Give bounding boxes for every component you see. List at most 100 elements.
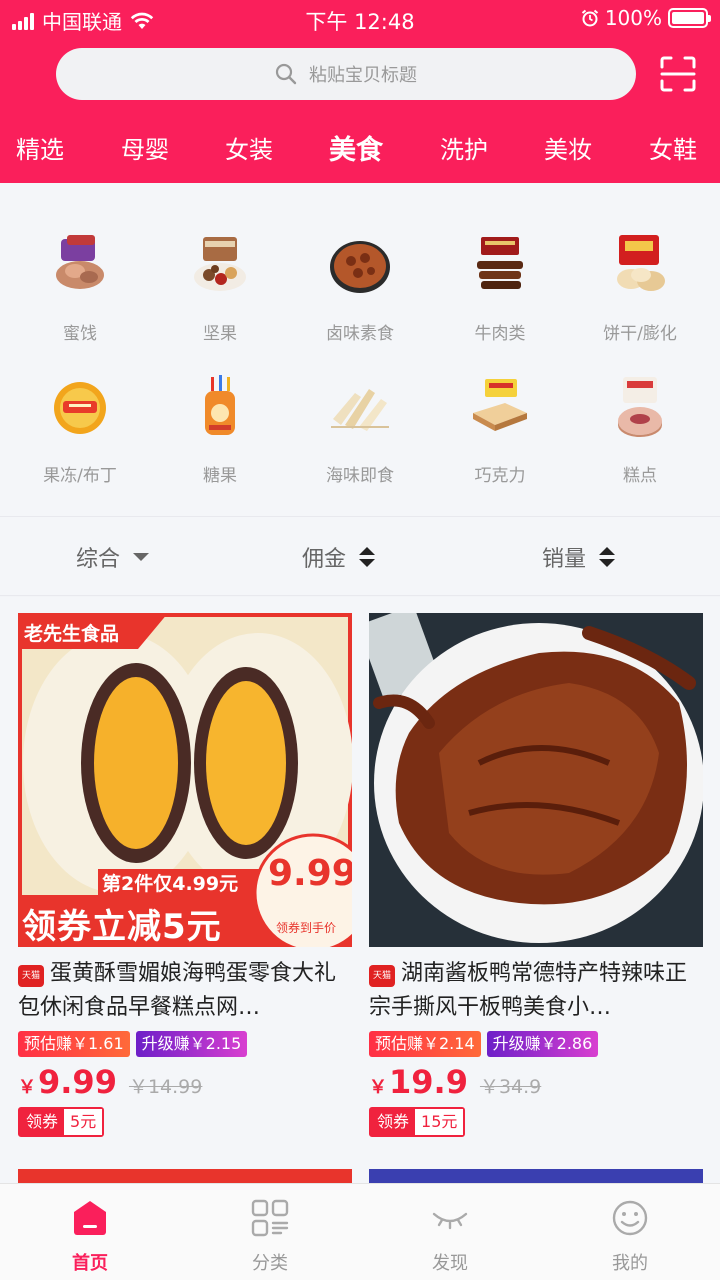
scan-icon[interactable]: [660, 56, 696, 92]
subcategory-binggan[interactable]: 饼干/膨化: [570, 231, 710, 344]
biscuit-icon: [617, 235, 665, 291]
subcategory-tangguo[interactable]: 糖果: [150, 373, 290, 486]
category-tabs: 精选 母婴 女装 美食 洗护 美妆 女鞋: [0, 118, 720, 188]
coupon-value: 5元: [64, 1109, 103, 1135]
subcategory-guodong[interactable]: 果冻/布丁: [10, 373, 150, 486]
product-title-text: 蛋黄酥雪媚娘海鸭蛋零食大礼包休闲食品早餐糕点网…: [18, 961, 337, 1020]
product-title[interactable]: 天猫 蛋黄酥雪媚娘海鸭蛋零食大礼包休闲食品早餐糕点网…: [18, 957, 352, 1025]
subcategory-label: 糕点: [623, 466, 657, 486]
subcategory-label: 巧克力: [474, 466, 526, 486]
product-card-partial[interactable]: [369, 1169, 703, 1183]
coupon-value: 15元: [415, 1109, 464, 1135]
search-icon: [275, 63, 297, 85]
braised-lotus-icon: [330, 241, 390, 293]
subcategory-label: 卤味素食: [326, 324, 394, 344]
battery-icon: [668, 8, 711, 28]
pastry-icon: [618, 377, 662, 437]
battery-percent: 100%: [604, 6, 662, 30]
sort-label: 综合: [76, 547, 121, 572]
original-price: ￥34.9: [479, 1076, 542, 1098]
product-title-text: 湖南酱板鸭常德特产特辣味正宗手撕风干板鸭美食小…: [369, 961, 688, 1020]
candied-fruit-icon: [56, 235, 104, 289]
tab-label: 我的: [612, 1253, 648, 1274]
stamp-caption: 领券到手价: [276, 921, 337, 935]
tab-label: 首页: [72, 1253, 108, 1274]
subcategory-niurou[interactable]: 牛肉类: [430, 231, 570, 344]
sort-icon: [359, 547, 376, 567]
sort-sales[interactable]: 销量: [542, 541, 616, 573]
price-value: 19.9: [389, 1063, 468, 1101]
tab-label: 分类: [252, 1253, 288, 1274]
product-image[interactable]: 老先生食品 第2件仅4.99元 领券立减5元 9.99 领券到手价: [18, 613, 352, 947]
subcategory-jianguo[interactable]: 坚果: [150, 231, 290, 344]
coupon-button[interactable]: 领券 15元: [369, 1107, 466, 1137]
upgrade-earn-badge: 升级赚￥2.86: [486, 1031, 599, 1057]
coupon-button[interactable]: 领券 5元: [18, 1107, 105, 1137]
tab-nvzhuang[interactable]: 女装: [209, 130, 289, 165]
sort-icon: [599, 547, 616, 567]
subcategory-grid: 蜜饯 坚果 卤味素食 牛肉类 饼干/膨化 果冻/布丁 糖果 海味即食 巧克力 糕…: [0, 183, 720, 516]
promo-banner: 领券立减5元: [22, 907, 222, 947]
original-price: ￥14.99: [128, 1076, 203, 1098]
subcategory-label: 糖果: [203, 466, 237, 486]
sort-comprehensive[interactable]: 综合: [76, 541, 150, 573]
price: ￥9.99: [18, 1063, 117, 1101]
estimate-earn-badge: 预估赚￥2.14: [369, 1031, 481, 1057]
subcategory-qiaokeli[interactable]: 巧克力: [430, 373, 570, 486]
subcategory-label: 海味即食: [326, 466, 394, 486]
tab-category[interactable]: 分类: [210, 1198, 330, 1275]
tab-bar: 首页 分类 发现 我的: [0, 1183, 720, 1280]
product-card-partial[interactable]: [18, 1169, 352, 1183]
subcategory-label: 牛肉类: [474, 324, 526, 344]
currency-symbol: ￥: [369, 1077, 387, 1098]
subcategory-gaodian[interactable]: 糕点: [570, 373, 710, 486]
coupon-label: 领券: [20, 1109, 65, 1135]
promo-line: 第2件仅4.99元: [102, 873, 239, 895]
tab-discover[interactable]: 发现: [390, 1198, 510, 1275]
tab-nvxie[interactable]: 女鞋: [633, 130, 713, 165]
tab-xihu[interactable]: 洗护: [424, 130, 504, 165]
subcategory-mijian[interactable]: 蜜饯: [10, 231, 150, 344]
category-icon: [251, 1199, 289, 1237]
product-card[interactable]: 老先生食品 第2件仅4.99元 领券立减5元 9.99 领券到手价 天猫 蛋黄酥雪…: [18, 613, 352, 1137]
stamp-price: 9.99: [268, 853, 352, 894]
estimate-earn-badge: 预估赚￥1.61: [18, 1031, 130, 1057]
tab-meishi[interactable]: 美食: [316, 128, 396, 188]
upgrade-earn-badge: 升级赚￥2.15: [135, 1031, 248, 1057]
coupon-label: 领券: [371, 1109, 416, 1135]
currency-symbol: ￥: [18, 1077, 36, 1098]
sort-label: 销量: [542, 547, 587, 572]
tab-label: 发现: [432, 1253, 468, 1274]
tab-meizhuang[interactable]: 美妆: [528, 130, 608, 165]
tab-muying[interactable]: 母婴: [105, 130, 185, 165]
tab-home[interactable]: 首页: [30, 1198, 150, 1275]
search-placeholder: 粘贴宝贝标题: [309, 65, 417, 86]
tmall-badge-icon: 天猫: [369, 965, 395, 987]
tab-jingxuan[interactable]: 精选: [0, 130, 80, 165]
brand-tag: 老先生食品: [24, 623, 120, 645]
sort-label: 佣金: [302, 547, 347, 572]
home-icon: [74, 1201, 106, 1235]
caret-down-icon: [133, 553, 150, 561]
candy-icon: [205, 375, 235, 435]
tab-profile[interactable]: 我的: [570, 1198, 690, 1275]
subcategory-luwei[interactable]: 卤味素食: [290, 231, 430, 344]
sort-bar: 综合 佣金 销量: [0, 516, 720, 596]
nuts-icon: [194, 237, 246, 291]
subcategory-haiwei[interactable]: 海味即食: [290, 373, 430, 486]
chocolate-icon: [473, 379, 527, 431]
search-input[interactable]: 粘贴宝贝标题: [56, 48, 636, 100]
tmall-badge-icon: 天猫: [18, 965, 44, 987]
product-image[interactable]: [369, 613, 703, 947]
price-value: 9.99: [38, 1063, 117, 1101]
product-title[interactable]: 天猫 湖南酱板鸭常德特产特辣味正宗手撕风干板鸭美食小…: [369, 957, 703, 1025]
product-grid: 老先生食品 第2件仅4.99元 领券立减5元 9.99 领券到手价 天猫 蛋黄酥雪…: [0, 597, 720, 1183]
product-card[interactable]: 天猫 湖南酱板鸭常德特产特辣味正宗手撕风干板鸭美食小… 预估赚￥2.14 升级赚￥…: [369, 613, 703, 1137]
subcategory-label: 饼干/膨化: [603, 324, 677, 344]
sort-commission[interactable]: 佣金: [302, 541, 376, 573]
price: ￥19.9: [369, 1063, 468, 1101]
dried-squid-icon: [331, 389, 389, 431]
jelly-icon: [54, 382, 106, 434]
discover-icon: [432, 1212, 468, 1230]
profile-icon: [612, 1200, 648, 1236]
